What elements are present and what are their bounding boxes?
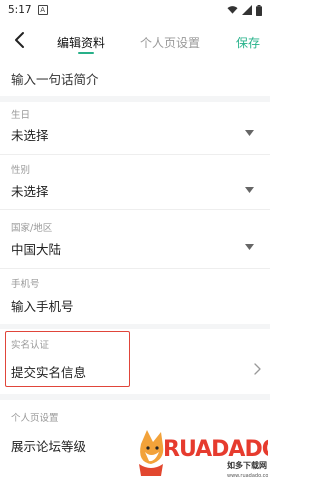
- tab-edit-profile[interactable]: 编辑资料: [57, 34, 105, 51]
- status-time: 5:17: [8, 4, 32, 16]
- fox-mascot-icon: [139, 430, 164, 476]
- gender-label: 性别: [11, 165, 31, 176]
- birthday-label: 生日: [11, 110, 31, 121]
- bio-placeholder: 输入一句话简介: [11, 71, 99, 87]
- tab-indicator: [78, 52, 94, 54]
- alert-box-icon: A: [37, 5, 48, 15]
- chevron-right-icon: [254, 363, 261, 375]
- watermark-tagline: 如多下载网: [227, 460, 267, 470]
- ruadado-watermark-logo: RUADADO 如多下载网 www.ruadado.com: [139, 430, 268, 479]
- dropdown-arrow-icon[interactable]: [245, 187, 254, 193]
- verification-highlight-box: [5, 331, 130, 387]
- phone-input[interactable]: 输入手机号: [11, 296, 74, 315]
- status-bar: 5:17 A: [0, 0, 270, 20]
- region-field[interactable]: 国家/地区 中国大陆: [0, 216, 270, 268]
- watermark-url: www.ruadado.com: [227, 473, 268, 479]
- profile-settings-label: 个人页设置: [11, 413, 59, 424]
- divider: [0, 154, 270, 155]
- phone-field[interactable]: 手机号 输入手机号: [0, 272, 270, 324]
- header: 编辑资料 个人页设置 保存: [0, 22, 270, 62]
- bio-input[interactable]: 输入一句话简介: [0, 62, 270, 94]
- region-value: 中国大陆: [11, 242, 62, 257]
- divider: [0, 268, 270, 269]
- save-button[interactable]: 保存: [236, 34, 260, 51]
- battery-icon: [256, 4, 262, 16]
- divider: [0, 209, 270, 210]
- gender-value: 未选择: [11, 184, 49, 199]
- gender-field[interactable]: 性别 未选择: [0, 157, 270, 209]
- birthday-field[interactable]: 生日 未选择: [0, 102, 270, 154]
- edit-profile-screen: 5:17 A 编辑资料 个人页设置 保存 输入一句话简介 生日 未选择 性别 未…: [0, 0, 270, 480]
- status-icons: [227, 4, 262, 16]
- tab-profile-settings[interactable]: 个人页设置: [140, 34, 200, 51]
- signal-icon: [242, 5, 252, 15]
- birthday-value: 未选择: [11, 128, 49, 143]
- show-forum-level-label[interactable]: 展示论坛等级: [11, 436, 86, 455]
- dropdown-arrow-icon[interactable]: [245, 130, 254, 136]
- wifi-icon: [227, 6, 238, 14]
- chevron-left-icon[interactable]: [10, 30, 30, 50]
- dropdown-arrow-icon[interactable]: [245, 244, 254, 250]
- phone-label: 手机号: [11, 279, 40, 290]
- region-label: 国家/地区: [11, 223, 53, 234]
- watermark-brand: RUADADO: [163, 437, 268, 462]
